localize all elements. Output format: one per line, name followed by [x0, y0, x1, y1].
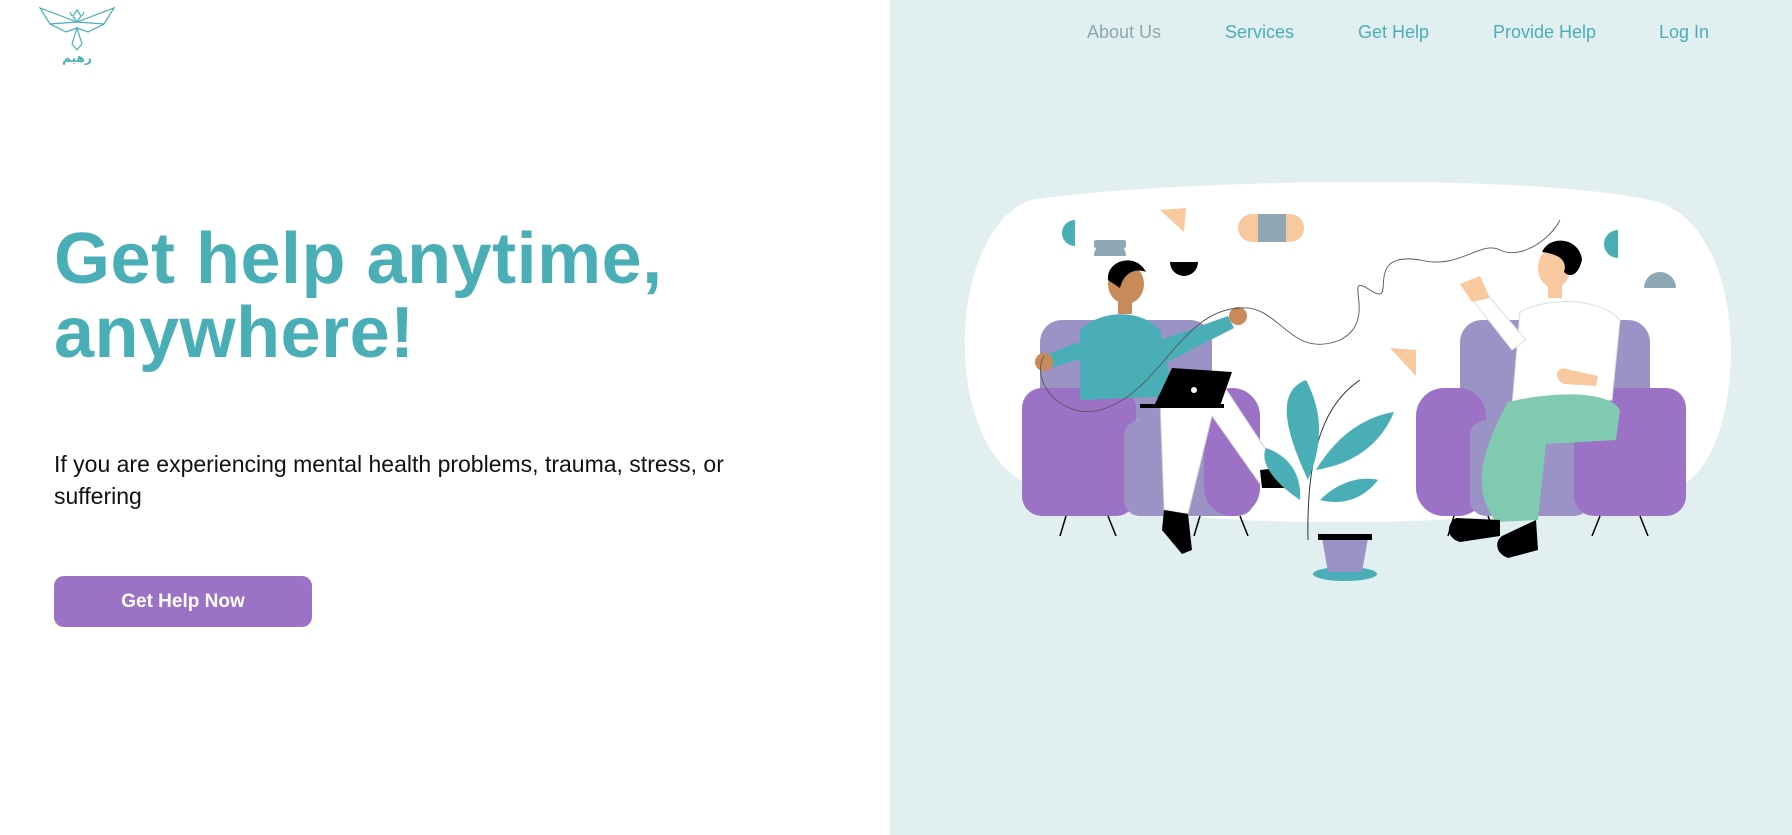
get-help-now-button[interactable]: Get Help Now [54, 576, 312, 627]
brand-logo[interactable]: رهيم [36, 4, 118, 66]
right-person-neck [1548, 284, 1562, 298]
left-person-neck [1118, 300, 1132, 314]
hero-subtext: If you are experiencing mental health pr… [54, 451, 724, 509]
left-armchair-arm [1022, 388, 1136, 516]
hero-headline: Get help anytime, anywhere! [54, 222, 814, 370]
logo-text: رهيم [62, 51, 92, 65]
plant-pot [1322, 538, 1368, 572]
right-person-shoe-right [1497, 520, 1538, 558]
nav-services[interactable]: Services [1225, 22, 1294, 43]
laptop-base [1140, 404, 1224, 408]
headline-line-2: anywhere! [54, 293, 415, 373]
phoenix-bird-icon: رهيم [38, 6, 116, 65]
laptop-logo [1191, 387, 1197, 393]
plant-pot-rim [1318, 534, 1372, 540]
deco-bar-icon [1094, 240, 1126, 248]
left-armchair-legs [1059, 515, 1249, 537]
top-nav: About Us Services Get Help Provide Help … [890, 22, 1792, 48]
right-person-shoe-left [1448, 518, 1500, 542]
nav-about-us[interactable]: About Us [1087, 22, 1161, 43]
left-person-shoe [1162, 510, 1192, 554]
nav-log-in[interactable]: Log In [1659, 22, 1709, 43]
left-panel: رهيم Get help anytime, anywhere! If you … [0, 0, 890, 835]
headline-line-1: Get help anytime, [54, 219, 663, 299]
left-person-hand-left [1035, 353, 1053, 371]
nav-provide-help[interactable]: Provide Help [1493, 22, 1596, 43]
nav-get-help[interactable]: Get Help [1358, 22, 1429, 43]
therapy-session-illustration [964, 181, 1731, 581]
left-person-hand [1229, 307, 1247, 325]
deco-square-icon [1258, 214, 1286, 242]
right-person-torso [1511, 301, 1621, 407]
